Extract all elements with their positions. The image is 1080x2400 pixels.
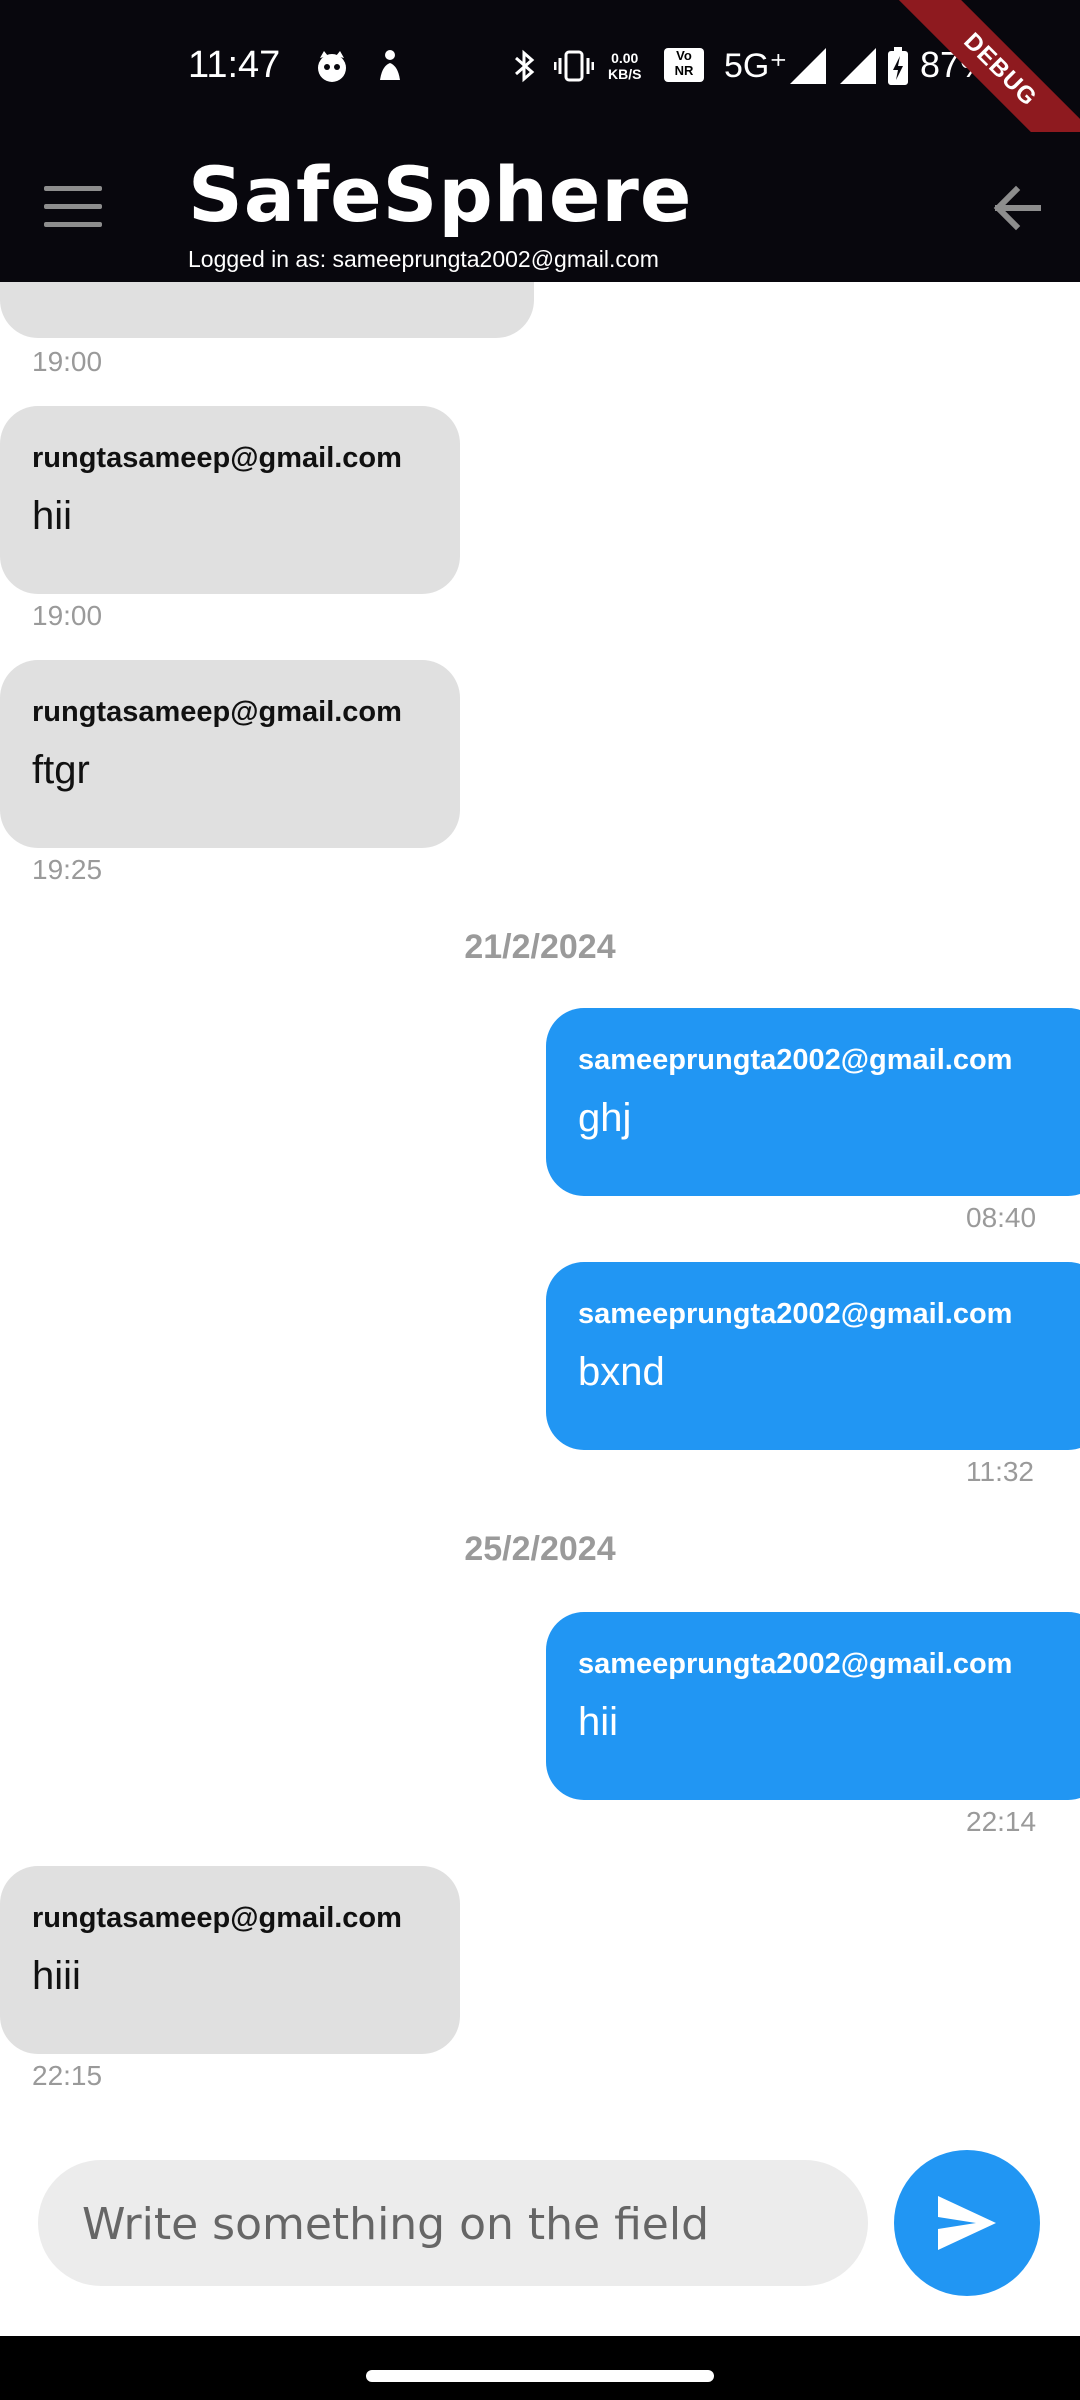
logged-in-label: Logged in as: sameeprungta2002@gmail.com: [188, 246, 659, 272]
battery-charging-icon: [886, 46, 910, 86]
message-bubble-incoming: rungtasameep@gmail.com hiii: [0, 1866, 460, 2054]
message-time: 22:14: [966, 1806, 1037, 1837]
date-separator: 25/2/2024: [464, 1530, 616, 1568]
message-text: bxnd: [578, 1350, 665, 1394]
volte-nr-icon: Vo NR: [664, 48, 704, 82]
status-bar: 11:47 0.00 KB/S Vo NR 5G⁺ 87% DEBUG: [0, 0, 1080, 192]
app-title: SafeSphere: [188, 150, 693, 239]
message-text: ftgr: [32, 748, 90, 792]
nr-label: NR: [674, 63, 694, 78]
message-sender: rungtasameep@gmail.com: [32, 442, 402, 474]
message-bubble-partial: [0, 282, 534, 338]
arrow-back-icon: [993, 185, 1041, 231]
bluetooth-icon: [506, 48, 542, 84]
message-list[interactable]: 19:00 rungtasameep@gmail.com hii 19:00 r…: [0, 282, 1080, 2120]
message-sender: sameeprungta2002@gmail.com: [578, 1648, 1013, 1680]
message-bubble-outgoing: sameeprungta2002@gmail.com bxnd: [546, 1262, 1080, 1450]
menu-icon: [44, 186, 102, 227]
home-gesture-handle[interactable]: [366, 2370, 714, 2382]
signal-icon: [788, 46, 828, 86]
message-text: hiii: [32, 1954, 81, 1998]
network-speed: 0.00 KB/S: [608, 50, 641, 82]
net-speed-value: 0.00: [611, 50, 639, 66]
message-bubble-outgoing: sameeprungta2002@gmail.com hii: [546, 1612, 1080, 1800]
message-time: 19:00: [32, 600, 103, 631]
menu-button[interactable]: [44, 186, 102, 230]
send-button[interactable]: [894, 2150, 1040, 2296]
message-time: 19:25: [32, 854, 103, 885]
message-bubble-incoming: rungtasameep@gmail.com ftgr: [0, 660, 460, 848]
status-time: 11:47: [188, 44, 281, 86]
volte-label: Vo: [676, 48, 692, 63]
date-separator: 21/2/2024: [464, 928, 616, 966]
message-input-container: [38, 2160, 868, 2288]
net-speed-unit: KB/S: [608, 66, 642, 82]
back-button[interactable]: [988, 180, 1044, 236]
vibrate-icon: [553, 48, 595, 84]
network-type: 5G⁺: [724, 47, 788, 85]
message-sender: sameeprungta2002@gmail.com: [578, 1298, 1013, 1330]
message-time: 11:32: [966, 1456, 1034, 1487]
chat-screen: 11:47 0.00 KB/S Vo NR 5G⁺ 87% DEBUG Safe…: [0, 0, 1080, 2400]
message-sender: rungtasameep@gmail.com: [32, 696, 402, 728]
message-time: 19:00: [32, 346, 103, 377]
message-time: 22:15: [32, 2060, 103, 2091]
message-time: 08:40: [966, 1202, 1037, 1233]
message-input[interactable]: [80, 2160, 844, 2288]
message-sender: sameeprungta2002@gmail.com: [578, 1044, 1013, 1076]
message-bubble-outgoing: sameeprungta2002@gmail.com ghj: [546, 1008, 1080, 1196]
send-icon: [938, 2196, 996, 2250]
accessibility-notification-icon: [372, 48, 408, 84]
message-text: hii: [578, 1700, 619, 1744]
app-bar: SafeSphere Logged in as: sameeprungta200…: [0, 132, 1080, 282]
message-sender: rungtasameep@gmail.com: [32, 1902, 402, 1934]
cat-notification-icon: [314, 48, 350, 84]
message-bubble-incoming: rungtasameep@gmail.com hii: [0, 406, 460, 594]
system-nav-bar: [0, 2336, 1080, 2400]
message-text: ghj: [578, 1096, 632, 1140]
message-text: hii: [32, 494, 73, 538]
signal-icon-2: [838, 46, 878, 86]
